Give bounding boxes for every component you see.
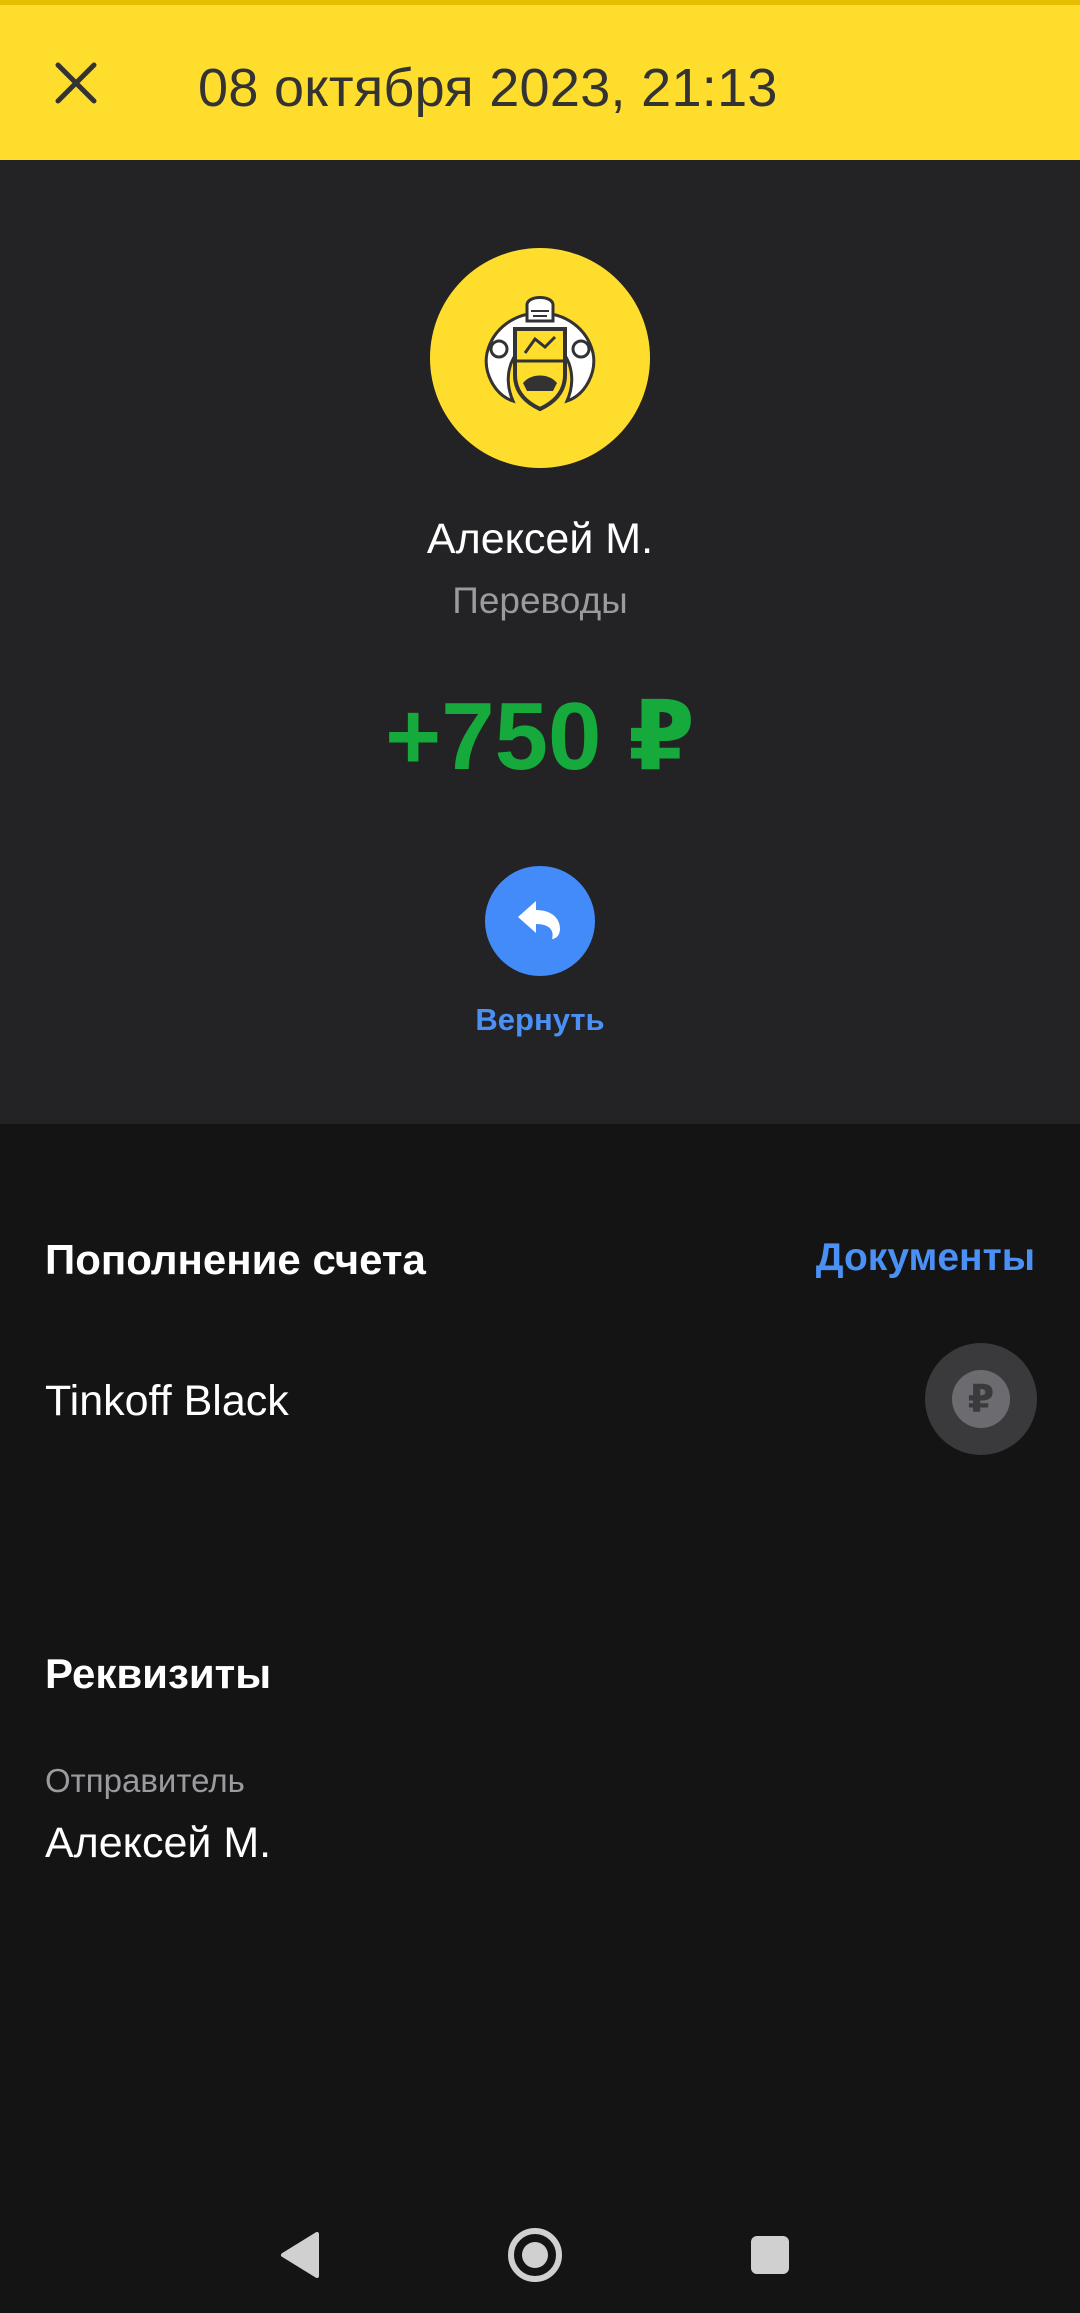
counterparty-name: Алексей М. bbox=[426, 515, 654, 563]
account-name[interactable]: Tinkoff Black bbox=[45, 1377, 289, 1426]
close-icon bbox=[55, 62, 97, 104]
nav-home-icon bbox=[508, 2228, 562, 2282]
return-label[interactable]: Вернуть bbox=[0, 1002, 1080, 1038]
system-navigation-bar bbox=[0, 2180, 1080, 2313]
ruble-icon: ₽ bbox=[952, 1370, 1010, 1428]
section-title-requisites: Реквизиты bbox=[45, 1650, 272, 1697]
nav-recents-icon bbox=[751, 2236, 789, 2274]
top-app-bar: 08 октября 2023, 21:13 bbox=[0, 0, 1080, 160]
counterparty-logo bbox=[430, 248, 650, 468]
account-badge[interactable]: ₽ bbox=[925, 1343, 1037, 1455]
bank-emblem-icon bbox=[484, 296, 596, 412]
return-button[interactable] bbox=[485, 866, 595, 976]
section-title-account: Пополнение счета bbox=[45, 1236, 426, 1283]
nav-recents-button[interactable] bbox=[725, 2210, 815, 2300]
operation-datetime: 08 октября 2023, 21:13 bbox=[198, 58, 778, 118]
sender-label: Отправитель bbox=[45, 1762, 245, 1799]
sender-value: Алексей М. bbox=[45, 1819, 272, 1867]
operation-category: Переводы bbox=[452, 580, 628, 621]
documents-link[interactable]: Документы bbox=[816, 1236, 1035, 1280]
close-button[interactable] bbox=[36, 43, 116, 123]
operation-summary: Алексей М. Переводы +750 ₽ Вернуть bbox=[0, 160, 1080, 1124]
nav-back-button[interactable] bbox=[255, 2210, 345, 2300]
nav-back-icon bbox=[281, 2232, 319, 2278]
nav-home-button[interactable] bbox=[490, 2210, 580, 2300]
return-arrow-icon bbox=[518, 901, 560, 939]
operation-amount: +750 ₽ bbox=[385, 683, 695, 790]
